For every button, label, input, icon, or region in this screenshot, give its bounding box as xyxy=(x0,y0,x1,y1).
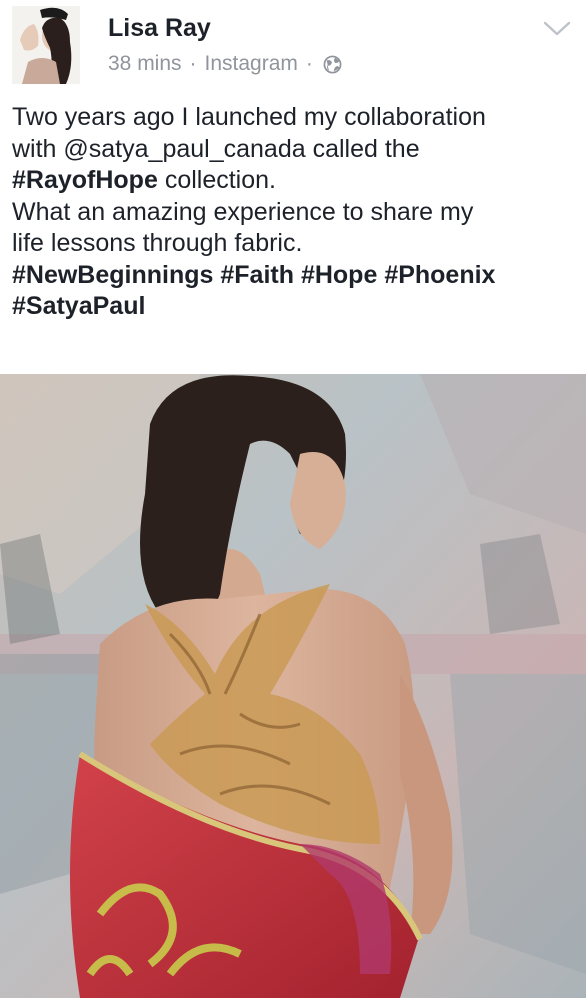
post-text-line: life lessons through fabric. xyxy=(12,229,303,257)
hashtag-line: #NewBeginnings #Faith #Hope #Phoenix xyxy=(12,260,578,292)
hashtag-line: #SatyaPaul xyxy=(12,291,578,323)
post-text-line: What an amazing experience to share my xyxy=(12,197,474,226)
hashtag-link[interactable]: #Phoenix xyxy=(384,261,495,289)
post-photo[interactable] xyxy=(0,374,586,998)
chevron-down-icon[interactable] xyxy=(542,18,572,40)
post-text-line: #RayofHope collection. xyxy=(12,165,578,197)
post-time[interactable]: 38 mins xyxy=(108,52,182,76)
avatar[interactable] xyxy=(12,6,80,84)
hashtag-link[interactable]: #SatyaPaul xyxy=(12,292,145,320)
hashtag-link[interactable]: #NewBeginnings xyxy=(12,261,213,289)
post-source[interactable]: Instagram xyxy=(205,52,298,76)
hashtag-link[interactable]: #Faith xyxy=(220,261,294,289)
post-header: Lisa Ray 38 mins · Instagram · xyxy=(0,0,586,92)
author-name[interactable]: Lisa Ray xyxy=(108,14,211,43)
meta-separator: · xyxy=(305,52,313,75)
hashtag-link[interactable]: #RayofHope xyxy=(12,166,158,194)
hashtag-link[interactable]: #Hope xyxy=(301,261,377,289)
post-text-fragment: collection. xyxy=(157,166,276,194)
post-meta: 38 mins · Instagram · xyxy=(108,52,342,76)
meta-separator: · xyxy=(189,52,197,75)
post-text-line: with @satya_paul_canada called the xyxy=(12,134,420,163)
post-text-line: Two years ago I launched my collaboratio… xyxy=(12,103,486,131)
globe-icon xyxy=(323,55,342,73)
post-text: Two years ago I launched my collaboratio… xyxy=(12,102,578,323)
